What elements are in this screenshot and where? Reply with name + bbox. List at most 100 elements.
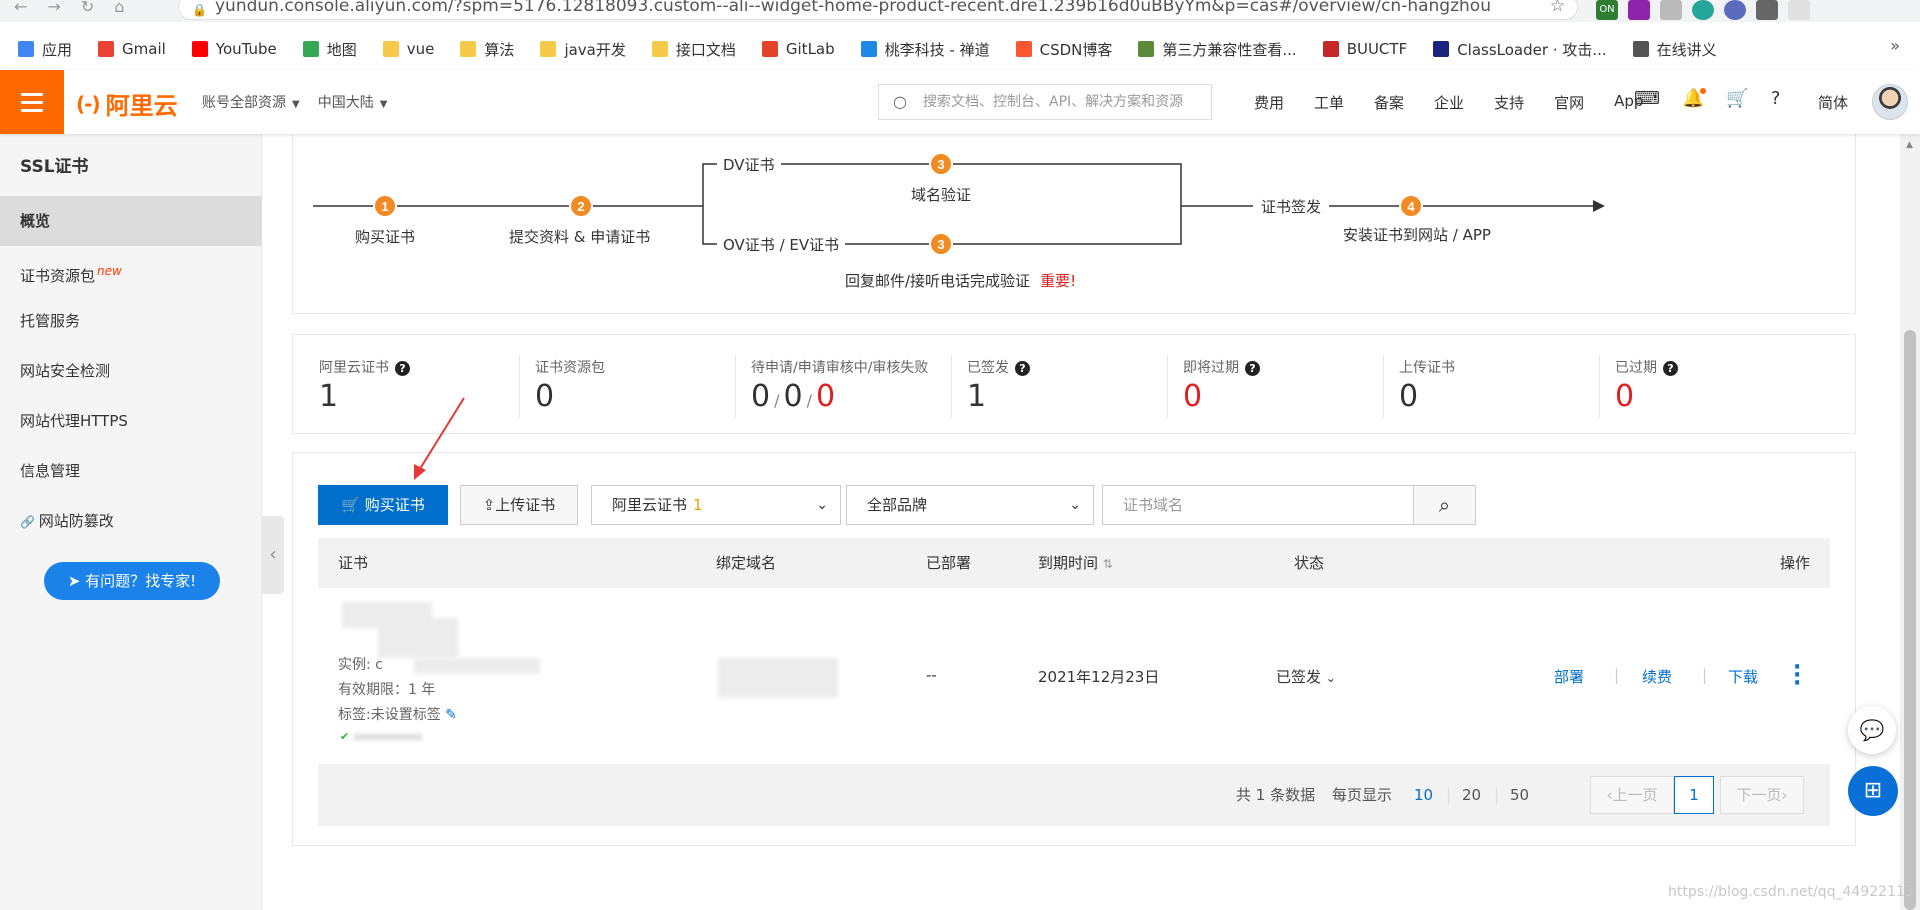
- top-link[interactable]: 工单: [1314, 92, 1344, 113]
- terminal-icon[interactable]: ⌨: [1634, 88, 1660, 109]
- global-search-input[interactable]: ○ 搜索文档、控制台、API、解决方案和资源: [878, 84, 1212, 120]
- bookmark-label: vue: [406, 40, 435, 58]
- download-link[interactable]: 下载: [1728, 666, 1758, 687]
- domain-search-input[interactable]: 证书域名: [1102, 485, 1414, 525]
- stat-item: 已签发? 1: [967, 357, 1030, 427]
- apps-float-button[interactable]: ⊞: [1848, 766, 1898, 816]
- home-icon[interactable]: ⌂: [114, 0, 124, 18]
- bookmark-item[interactable]: GitLab: [761, 40, 835, 58]
- help-icon[interactable]: ?: [1015, 361, 1030, 376]
- stat-label: 即将过期?: [1183, 357, 1260, 377]
- scroll-up-icon[interactable]: ▲: [1906, 140, 1913, 150]
- extension-vue-icon[interactable]: [1660, 0, 1682, 20]
- help-icon[interactable]: ?: [1663, 361, 1678, 376]
- stat-value: 0/0/0: [751, 379, 928, 414]
- back-icon[interactable]: ←: [14, 0, 27, 18]
- search-button[interactable]: ⌕: [1414, 485, 1476, 525]
- sidebar-item[interactable]: 概览: [0, 196, 262, 246]
- bookmark-item[interactable]: YouTube: [191, 40, 277, 58]
- bookmark-item[interactable]: 桃李科技 - 禅道: [860, 39, 990, 60]
- bookmark-item[interactable]: java开发: [540, 39, 626, 60]
- top-link[interactable]: 备案: [1374, 92, 1404, 113]
- page-size-10[interactable]: 10: [1414, 764, 1433, 826]
- next-page-button[interactable]: 下一页›: [1720, 776, 1804, 814]
- help-icon[interactable]: ?: [1245, 361, 1260, 376]
- chat-float-button[interactable]: 💬: [1848, 706, 1896, 754]
- domain-placeholder: 证书域名: [1123, 496, 1184, 514]
- bookmark-icon: [382, 41, 399, 57]
- extension-m-icon[interactable]: [1692, 0, 1714, 20]
- search-icon: ⌕: [1438, 493, 1451, 517]
- sidebar-item[interactable]: 证书资源包 new: [0, 246, 262, 296]
- address-bar[interactable]: 🔒 yundun.console.aliyun.com/?spm=5176.12…: [178, 0, 1578, 20]
- sidebar-collapse-toggle[interactable]: ‹: [262, 516, 284, 594]
- page-size-20[interactable]: 20: [1462, 764, 1481, 826]
- stat-label-text: 证书资源包: [535, 360, 605, 376]
- extension-on-icon[interactable]: ON: [1596, 0, 1618, 20]
- help-icon[interactable]: ?: [395, 361, 410, 376]
- language-switch[interactable]: 简体: [1818, 92, 1848, 113]
- extension-purple-icon[interactable]: [1628, 0, 1650, 20]
- bookmark-item[interactable]: CSDN博客: [1015, 39, 1112, 60]
- upload-certificate-button[interactable]: ⇪上传证书: [460, 485, 578, 525]
- page-size-50[interactable]: 50: [1510, 764, 1529, 826]
- edit-icon[interactable]: ✎: [445, 707, 457, 723]
- avatar[interactable]: [1872, 84, 1908, 120]
- divider: [1599, 355, 1600, 419]
- upload-icon: ⇪: [482, 496, 496, 514]
- page-scrollbar[interactable]: ▲: [1900, 134, 1920, 910]
- renew-link[interactable]: 续费: [1642, 666, 1672, 687]
- bookmark-item[interactable]: 在线讲义: [1632, 39, 1717, 60]
- scroll-thumb[interactable]: [1904, 330, 1916, 910]
- extension-blue-icon[interactable]: [1724, 0, 1746, 20]
- top-link[interactable]: 支持: [1494, 92, 1524, 113]
- bookmark-item[interactable]: BUUCTF: [1322, 40, 1407, 58]
- expiry-column-header[interactable]: 到期时间 ⇅: [1038, 538, 1113, 589]
- profile-icon[interactable]: [1788, 0, 1810, 20]
- cert-process-flow: 1 2 3 3 4 购买证书 提交资料 & 申请证书 DV证书 域名验证 OV证书 / EV证书…: [292, 134, 1856, 314]
- bookmarks-overflow-icon[interactable]: »: [1890, 36, 1900, 55]
- bookmark-item[interactable]: vue: [382, 40, 435, 58]
- region-dropdown[interactable]: 中国大陆 ▼: [318, 92, 388, 112]
- top-link[interactable]: 企业: [1434, 92, 1464, 113]
- top-link[interactable]: 费用: [1254, 92, 1284, 113]
- current-page[interactable]: 1: [1674, 776, 1714, 814]
- bookmark-item[interactable]: 应用: [18, 39, 72, 60]
- help-circle-icon[interactable]: ?: [1771, 88, 1781, 109]
- divider: [735, 355, 736, 419]
- bookmark-label: 接口文档: [675, 40, 736, 59]
- status-dropdown[interactable]: 已签发 ⌄: [1276, 666, 1336, 687]
- bookmark-item[interactable]: Gmail: [98, 40, 166, 58]
- bookmark-item[interactable]: ClassLoader · 攻击...: [1433, 39, 1607, 60]
- brand-select[interactable]: 全部品牌 ⌄: [846, 485, 1094, 525]
- aliyun-logo[interactable]: (-) 阿里云: [76, 86, 178, 121]
- sidebar-item[interactable]: 网站代理HTTPS: [0, 396, 262, 446]
- bookmark-item[interactable]: 接口文档: [651, 39, 736, 60]
- ask-expert-button[interactable]: ➤ 有问题？找专家!: [44, 562, 220, 600]
- more-actions-icon[interactable]: · · ·: [1793, 657, 1801, 695]
- sidebar-item[interactable]: 网站安全检测: [0, 346, 262, 396]
- sidebar-item[interactable]: 托管服务: [0, 296, 262, 346]
- divider: [1167, 355, 1168, 419]
- deploy-link[interactable]: 部署: [1554, 666, 1584, 687]
- extensions-puzzle-icon[interactable]: [1756, 0, 1778, 20]
- hamburger-menu-icon[interactable]: [0, 70, 64, 134]
- bookmark-item[interactable]: 算法: [460, 39, 514, 60]
- reload-icon[interactable]: ↻: [81, 0, 94, 18]
- resource-scope-dropdown[interactable]: 账号全部资源 ▼: [202, 92, 300, 112]
- prev-page-button[interactable]: ‹上一页: [1590, 776, 1674, 814]
- sidebar-item[interactable]: 信息管理: [0, 446, 262, 496]
- buy-certificate-button[interactable]: 🛒 购买证书: [318, 485, 448, 525]
- cert-type-select[interactable]: 阿里云证书 1 ⌄: [591, 485, 841, 525]
- sidebar-item[interactable]: 🔗 网站防篡改: [0, 496, 262, 546]
- forward-icon[interactable]: →: [47, 0, 60, 18]
- bookmark-item[interactable]: 地图: [302, 39, 357, 60]
- top-link[interactable]: 官网: [1554, 92, 1584, 113]
- bookmark-item[interactable]: 第三方兼容性查看...: [1138, 39, 1297, 60]
- caret-down-icon: ▼: [379, 99, 388, 110]
- bell-icon[interactable]: 🔔: [1682, 88, 1707, 109]
- tag-field[interactable]: 标签:未设置标签 ✎: [338, 704, 457, 724]
- cart-icon[interactable]: 🛒: [1726, 88, 1748, 109]
- bookmark-icon: [191, 41, 208, 57]
- bookmark-star-icon[interactable]: ☆: [1550, 0, 1565, 17]
